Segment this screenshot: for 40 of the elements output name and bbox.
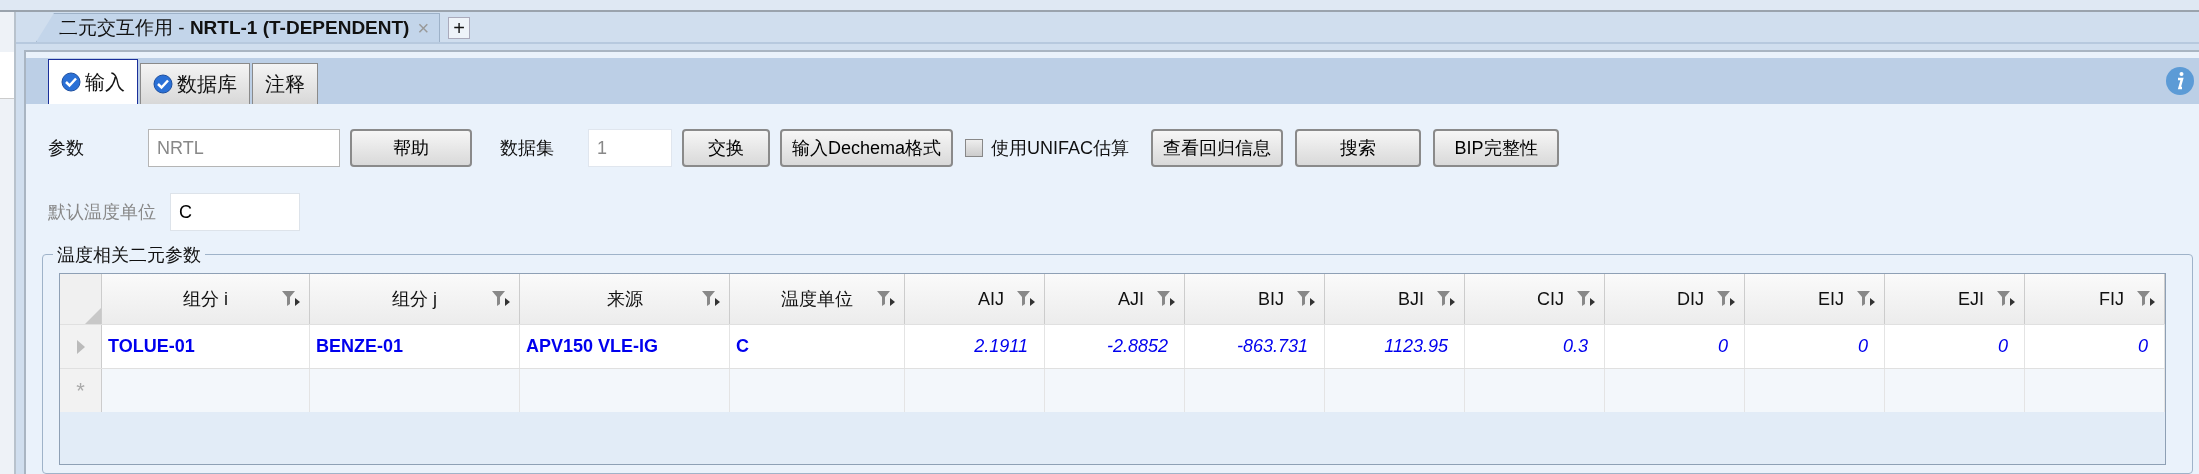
check-circle-icon	[61, 72, 81, 92]
filter-icon[interactable]	[1436, 290, 1456, 308]
document-tab-title: 二元交互作用 - NRTL-1 (T-DEPENDENT)	[59, 16, 410, 40]
action-button[interactable]: BIP完整性	[1433, 129, 1560, 167]
filter-icon[interactable]	[876, 290, 896, 308]
filter-icon[interactable]	[1016, 290, 1036, 308]
checkbox[interactable]	[965, 139, 984, 157]
add-tab-button[interactable]: +	[448, 17, 471, 39]
tab[interactable]: 数据库	[140, 63, 250, 104]
document-tab[interactable]: 二元交互作用 - NRTL-1 (T-DEPENDENT) ×	[36, 13, 441, 42]
temperature-unit-label: 默认温度单位	[48, 201, 157, 224]
action-button[interactable]: 查看回归信息	[1151, 129, 1284, 167]
filter-icon[interactable]	[701, 290, 721, 308]
group-title: 温度相关二元参数	[53, 243, 205, 267]
filter-icon[interactable]	[2136, 290, 2156, 308]
filter-icon[interactable]	[1576, 290, 1596, 308]
checkbox-label: 使用UNIFAC估算	[991, 137, 1130, 160]
filter-icon[interactable]	[491, 290, 511, 308]
help-button[interactable]: 帮助	[350, 129, 472, 167]
action-button[interactable]: 搜索	[1295, 129, 1422, 167]
dataset-field[interactable]: 1	[588, 129, 672, 167]
tab[interactable]: 输入	[48, 59, 138, 104]
filter-icon[interactable]	[1856, 290, 1876, 308]
temperature-unit-field[interactable]: C	[170, 193, 300, 231]
parameter-field[interactable]: NRTL	[148, 129, 340, 167]
action-button[interactable]: 输入Dechema格式	[780, 129, 954, 167]
side-panel	[0, 52, 14, 99]
parameter-label: 参数	[48, 137, 85, 160]
tab[interactable]: 注释	[252, 63, 318, 104]
filter-icon[interactable]	[281, 290, 301, 308]
dataset-label: 数据集	[500, 137, 555, 160]
filter-icon[interactable]	[1296, 290, 1316, 308]
new-row-marker: *	[60, 369, 102, 412]
info-icon[interactable]	[2165, 66, 2195, 96]
filter-icon[interactable]	[1716, 290, 1736, 308]
row-pointer-icon	[76, 339, 85, 354]
check-circle-icon	[153, 74, 173, 94]
filter-icon[interactable]	[1996, 290, 2016, 308]
action-button[interactable]: 交换	[682, 129, 770, 167]
filter-icon[interactable]	[1156, 290, 1176, 308]
